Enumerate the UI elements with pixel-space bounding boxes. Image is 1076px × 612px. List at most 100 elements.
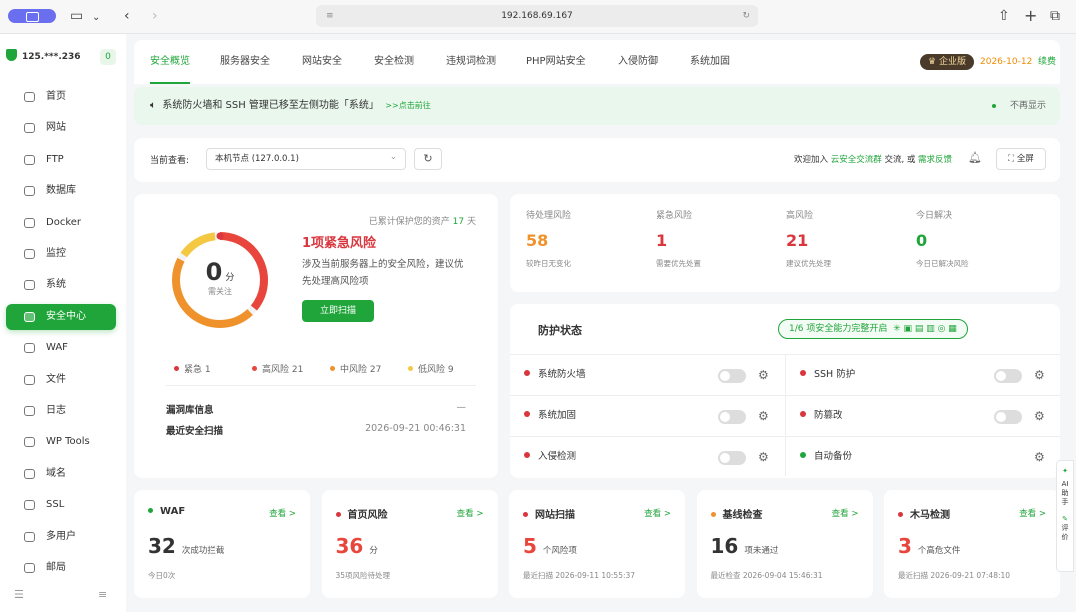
sidebar-item[interactable]: 监控 xyxy=(6,241,116,267)
protection-toggle[interactable] xyxy=(994,410,1022,424)
sidebar-item[interactable]: WP Tools xyxy=(6,429,116,455)
sidebar-item[interactable]: 系统 xyxy=(6,272,116,298)
forward-icon[interactable]: › xyxy=(152,8,158,24)
gear-icon[interactable]: ⚙ xyxy=(758,437,769,477)
reader-icon[interactable]: ≡ xyxy=(326,5,334,27)
gear-icon[interactable]: ⚙ xyxy=(1034,396,1045,436)
back-icon[interactable]: ‹ xyxy=(124,8,130,24)
refresh-button[interactable]: ↻ xyxy=(414,148,442,170)
gear-icon[interactable]: ⚙ xyxy=(1034,437,1045,477)
reload-icon[interactable]: ↻ xyxy=(742,5,750,27)
sidebar: 125.***.236 0 首页网站 FTP 数据库 Docker 监控系统安全中心 WA… xyxy=(0,34,126,612)
sidebar-item-label: 邮局 xyxy=(46,562,66,573)
tab[interactable]: 安全概览 xyxy=(150,40,190,84)
gear-icon[interactable]: ⚙ xyxy=(758,396,769,436)
renew-link[interactable]: 续费 xyxy=(1038,57,1056,67)
sidebar-item-label: WP Tools xyxy=(46,436,90,448)
node-select[interactable]: 本机节点 (127.0.0.1) xyxy=(206,147,406,170)
protection-status-pill[interactable]: 1/6 项安全能力完整开启 ✳ ▣ ▤ ▥ ◎ ▦ xyxy=(778,319,968,339)
sidebar-item-label: 首页 xyxy=(46,91,66,102)
risk-stat[interactable]: 紧急风险 1 需要优先处置 xyxy=(656,208,776,269)
sidebar-item[interactable]: WAF xyxy=(6,335,116,361)
sidebar-item[interactable]: Docker xyxy=(6,210,116,236)
dismiss-notice-button[interactable]: 不再显示 xyxy=(1010,87,1046,125)
tab[interactable]: 服务器安全 xyxy=(220,40,270,84)
risk-stat[interactable]: 待处理风险 58 较昨日无变化 xyxy=(526,208,646,269)
sidebar-item[interactable]: FTP xyxy=(6,147,116,173)
sidebar-item[interactable]: 邮局 xyxy=(6,555,116,581)
gear-icon[interactable]: ⚙ xyxy=(758,355,769,395)
rate-icon[interactable]: ✎ xyxy=(1057,515,1073,524)
risk-stat[interactable]: 高风险 21 建议优先处理 xyxy=(786,208,906,269)
sidebar-item-label: 安全中心 xyxy=(46,310,86,322)
tab[interactable]: 系统加固 xyxy=(690,40,730,84)
server-shield-icon xyxy=(6,49,17,61)
address-bar[interactable]: ≡ 192.168.69.167 ↻ xyxy=(316,5,758,27)
expire-date[interactable]: 2026-10-12 续费 xyxy=(980,54,1056,70)
sidebar-item[interactable]: 日志 xyxy=(6,398,116,424)
sidebar-item[interactable]: 数据库 xyxy=(6,178,116,204)
gear-icon[interactable]: ⚙ xyxy=(1034,355,1045,395)
sidebar-item[interactable]: 多用户 xyxy=(6,524,116,550)
tab-bar: 安全概览 服务器安全 网站安全 安全检测 违规词检测 PHP网站安全 入侵防御 系统加固 ♛ … xyxy=(134,40,1060,84)
legend-dot xyxy=(408,366,413,371)
sidebar-item[interactable]: 安全中心 xyxy=(6,303,116,330)
notice-link[interactable]: >>点击前往 xyxy=(385,101,430,110)
share-icon[interactable]: ⇧ xyxy=(998,8,1010,24)
view-link[interactable]: 查看 > xyxy=(644,507,671,519)
home-icon xyxy=(24,92,35,102)
view-link[interactable]: 查看 > xyxy=(1019,507,1046,519)
legend-dot xyxy=(330,366,335,371)
tab[interactable]: 安全检测 xyxy=(374,40,414,84)
status-dot xyxy=(898,512,903,517)
view-link[interactable]: 查看 > xyxy=(832,507,859,519)
protection-toggle[interactable] xyxy=(994,369,1022,383)
status-dot xyxy=(524,452,530,458)
fullscreen-button[interactable]: ⛶ 全屏 xyxy=(996,148,1046,170)
bell-icon[interactable]: 🔔︎ xyxy=(968,151,982,164)
folder-icon xyxy=(24,374,35,385)
sidebar-item-label: 日志 xyxy=(46,405,66,416)
risk-overview-card: 已累计保护您的资产 17 天 0分 需关注 1项紧急风险 涉及当前服务器上的安全… xyxy=(134,194,498,478)
last-scan-value: 2026-09-21 00:46:31 xyxy=(365,423,466,434)
summary-foot: 最近扫描 2026-09-21 07:48:10 xyxy=(898,571,1011,580)
notice-banner: 🔈︎ 系统防火墙和 SSH 管理已移至左侧功能「系统」 >>点击前往 不再显示 xyxy=(134,87,1060,125)
collapse-menu-icon[interactable]: ☰ xyxy=(14,588,24,601)
group-link[interactable]: 云安全交流群 xyxy=(831,155,882,165)
sidebar-item[interactable]: 首页 xyxy=(6,84,116,110)
tab[interactable]: 网站安全 xyxy=(302,40,342,84)
view-link[interactable]: 查看 > xyxy=(269,507,296,519)
sidebar-item[interactable]: 网站 xyxy=(6,115,116,141)
status-dot xyxy=(524,411,530,417)
ai-assistant-panel[interactable]: ✦ AI 助 手 ✎ 评 价 xyxy=(1056,460,1074,572)
tabs-icon[interactable]: ⧉ xyxy=(1050,8,1060,24)
host-selector[interactable]: 125.***.236 0 xyxy=(6,48,116,66)
protection-item: 自动备份 ⚙ xyxy=(785,436,1060,476)
tab[interactable]: 入侵防御 xyxy=(618,40,658,84)
summary-card: 木马检测 查看 > 3 个高危文件 最近扫描 2026-09-21 07:48:10 xyxy=(884,490,1060,598)
protection-toggle[interactable] xyxy=(718,451,746,465)
view-link[interactable]: 查看 > xyxy=(457,507,484,519)
sidebar-item-label: 多用户 xyxy=(46,530,76,542)
protection-item: 系统防火墙 ⚙ xyxy=(510,354,785,394)
tab[interactable]: PHP网站安全 xyxy=(526,40,586,84)
risk-stat[interactable]: 今日解决 0 今日已解决风险 xyxy=(916,208,1036,269)
tab-overview-icon[interactable]: ▭ xyxy=(70,8,83,24)
chevron-down-icon[interactable]: ⌄ xyxy=(92,10,100,26)
status-dot xyxy=(800,411,806,417)
new-tab-icon[interactable]: + xyxy=(1024,8,1037,24)
sidebar-toggle-button[interactable] xyxy=(8,9,56,23)
summary-foot: 最近扫描 2026-09-11 10:55:37 xyxy=(523,571,636,580)
menu-settings-icon[interactable]: ≡ xyxy=(98,588,107,601)
tab[interactable]: 违规词检测 xyxy=(446,40,496,84)
protection-toggle[interactable] xyxy=(718,410,746,424)
scan-now-button[interactable]: 立即扫描 xyxy=(302,300,374,322)
protection-toggle[interactable] xyxy=(718,369,746,383)
protection-item-label: 入侵检测 xyxy=(538,451,577,462)
sidebar-item[interactable]: 域名 xyxy=(6,461,116,487)
sidebar-item[interactable]: SSL xyxy=(6,492,116,518)
sidebar-item[interactable]: 文件 xyxy=(6,367,116,393)
status-dot xyxy=(148,508,153,513)
feedback-link[interactable]: 需求反馈 xyxy=(918,155,952,165)
sidebar-item-label: 网站 xyxy=(46,122,66,134)
